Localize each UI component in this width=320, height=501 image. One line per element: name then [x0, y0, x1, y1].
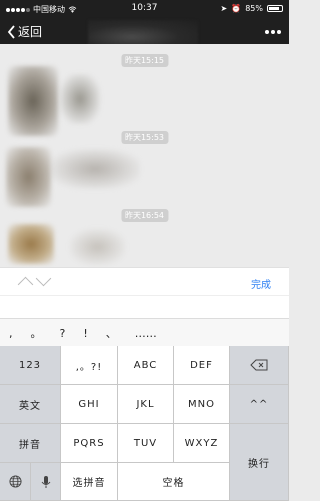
- keyboard: 123 ,。?! ABC DEF 英文 GHI JKL MNO ^^ 拼音 PQ…: [0, 346, 289, 501]
- key-pqrs[interactable]: PQRS: [61, 424, 118, 463]
- key-def[interactable]: DEF: [174, 346, 230, 385]
- more-button[interactable]: [265, 30, 281, 34]
- globe-icon: [8, 475, 22, 488]
- chevron-down-icon[interactable]: [35, 270, 52, 287]
- done-button[interactable]: 完成: [251, 276, 271, 291]
- candidate-item[interactable]: !: [74, 327, 96, 340]
- backspace-icon: [250, 359, 268, 371]
- timestamp: 昨天15:15: [120, 54, 169, 67]
- key-abc[interactable]: ABC: [118, 346, 174, 385]
- redacted-message: [60, 74, 100, 124]
- key-wxyz[interactable]: WXYZ: [174, 424, 230, 463]
- globe-key[interactable]: [0, 463, 31, 501]
- alarm-icon: ⏰: [231, 4, 242, 13]
- nav-bar: 返回: [0, 20, 289, 54]
- key-punctuation[interactable]: ,。?!: [61, 346, 118, 385]
- candidate-item[interactable]: ……: [126, 327, 166, 340]
- redacted-avatar: [8, 66, 58, 136]
- key-ghi[interactable]: GHI: [61, 385, 118, 424]
- timestamp: 昨天16:54: [120, 209, 169, 222]
- candidate-item[interactable]: ,: [0, 327, 22, 340]
- microphone-icon: [41, 475, 50, 488]
- redacted-message: [70, 229, 125, 265]
- battery-fill: [269, 7, 280, 10]
- location-icon: ➤: [220, 4, 228, 13]
- key-emoticon[interactable]: ^^: [230, 385, 289, 424]
- redacted-avatar: [6, 147, 51, 207]
- status-bar: 中国移动 10:37 ➤ ⏰ 85%: [0, 0, 289, 20]
- back-button[interactable]: 返回: [7, 23, 42, 40]
- key-123[interactable]: 123: [0, 346, 61, 385]
- candidate-item[interactable]: 。: [22, 325, 51, 341]
- status-right: ➤ ⏰ 85%: [221, 4, 283, 13]
- key-select-pinyin[interactable]: 选拼音: [61, 463, 118, 501]
- key-mno[interactable]: MNO: [174, 385, 230, 424]
- mic-key[interactable]: [31, 463, 61, 501]
- message-input[interactable]: [0, 295, 289, 318]
- key-pinyin[interactable]: 拼音: [0, 424, 61, 463]
- chevron-left-icon: [7, 24, 15, 39]
- candidate-item[interactable]: 、: [97, 325, 126, 341]
- chevron-up-icon[interactable]: [17, 276, 34, 293]
- battery-icon: [267, 5, 283, 12]
- key-enter[interactable]: 换行: [230, 424, 289, 501]
- timestamp: 昨天15:53: [120, 131, 169, 144]
- redacted-message: [50, 149, 140, 189]
- back-label: 返回: [18, 25, 43, 39]
- redacted-avatar: [8, 224, 54, 264]
- key-english[interactable]: 英文: [0, 385, 61, 424]
- chat-area[interactable]: 昨天15:15 昨天15:53 昨天16:54: [0, 44, 289, 267]
- candidate-bar: , 。 ? ! 、 ……: [0, 318, 289, 347]
- backspace-key[interactable]: [230, 346, 289, 385]
- key-tuv[interactable]: TUV: [118, 424, 174, 463]
- candidate-item[interactable]: ?: [51, 327, 75, 340]
- key-space[interactable]: 空格: [118, 463, 230, 501]
- input-toolbar: 完成: [0, 267, 289, 296]
- battery-percent: 85%: [245, 4, 263, 13]
- key-jkl[interactable]: JKL: [118, 385, 174, 424]
